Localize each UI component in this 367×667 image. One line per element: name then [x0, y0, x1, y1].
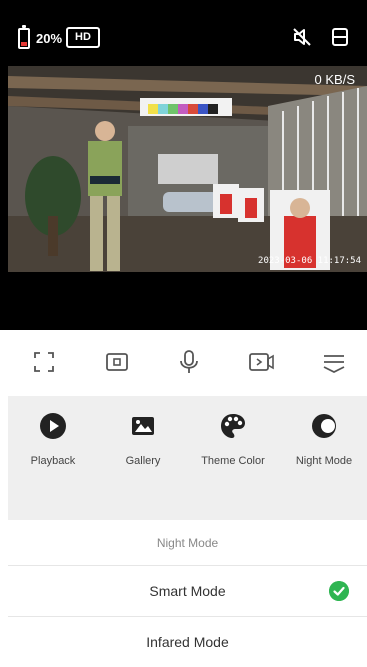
playback-button[interactable]: Playback: [18, 412, 88, 468]
night-mode-icon: [312, 414, 336, 438]
gallery-label: Gallery: [125, 455, 161, 467]
camera-scene-image: [8, 66, 367, 272]
hd-quality-button[interactable]: HD: [66, 27, 100, 48]
video-timestamp: 2023-03-06 11:17:54: [258, 256, 361, 266]
more-chevron-icon[interactable]: [320, 348, 348, 376]
video-controls-bar: [0, 330, 367, 394]
mute-speaker-icon[interactable]: [292, 27, 312, 47]
record-video-icon[interactable]: [247, 348, 275, 376]
theme-color-label: Theme Color: [201, 455, 265, 467]
layout-icon[interactable]: [332, 28, 348, 46]
palette-icon: [221, 414, 245, 438]
feature-grid: Playback Gallery Theme Color Night Mode: [8, 396, 367, 520]
option-infared-mode[interactable]: Infared Mode: [8, 616, 367, 667]
gallery-button[interactable]: Gallery: [108, 412, 178, 468]
night-mode-button[interactable]: Night Mode: [289, 412, 359, 468]
night-mode-label: Night Mode: [295, 455, 353, 467]
bitrate-indicator: 0 KB/S: [314, 72, 355, 87]
battery-percent: 20%: [36, 31, 63, 46]
play-circle-icon: [40, 413, 66, 439]
sheet-title: Night Mode: [156, 536, 219, 550]
theme-color-button[interactable]: Theme Color: [198, 412, 268, 468]
option-label: Smart Mode: [149, 583, 226, 599]
top-status-bar: 20% HD: [0, 0, 367, 66]
live-video-feed[interactable]: 0 KB/S 2023-03-06 11:17:54: [8, 66, 367, 272]
option-smart-mode[interactable]: Smart Mode: [8, 565, 367, 616]
playback-label: Playback: [30, 455, 76, 467]
battery-icon: [18, 25, 30, 49]
option-label: Infared Mode: [146, 634, 229, 650]
fullscreen-icon[interactable]: [30, 348, 58, 376]
snapshot-icon[interactable]: [103, 348, 131, 376]
microphone-icon[interactable]: [175, 348, 203, 376]
night-mode-sheet: Night Mode Smart Mode Infared Mode: [8, 521, 367, 664]
checkmark-icon: [329, 581, 349, 601]
gallery-icon: [132, 417, 154, 435]
camera-area: 20% HD 0 KB/S 2023-03-06 11:17:54: [0, 0, 367, 330]
